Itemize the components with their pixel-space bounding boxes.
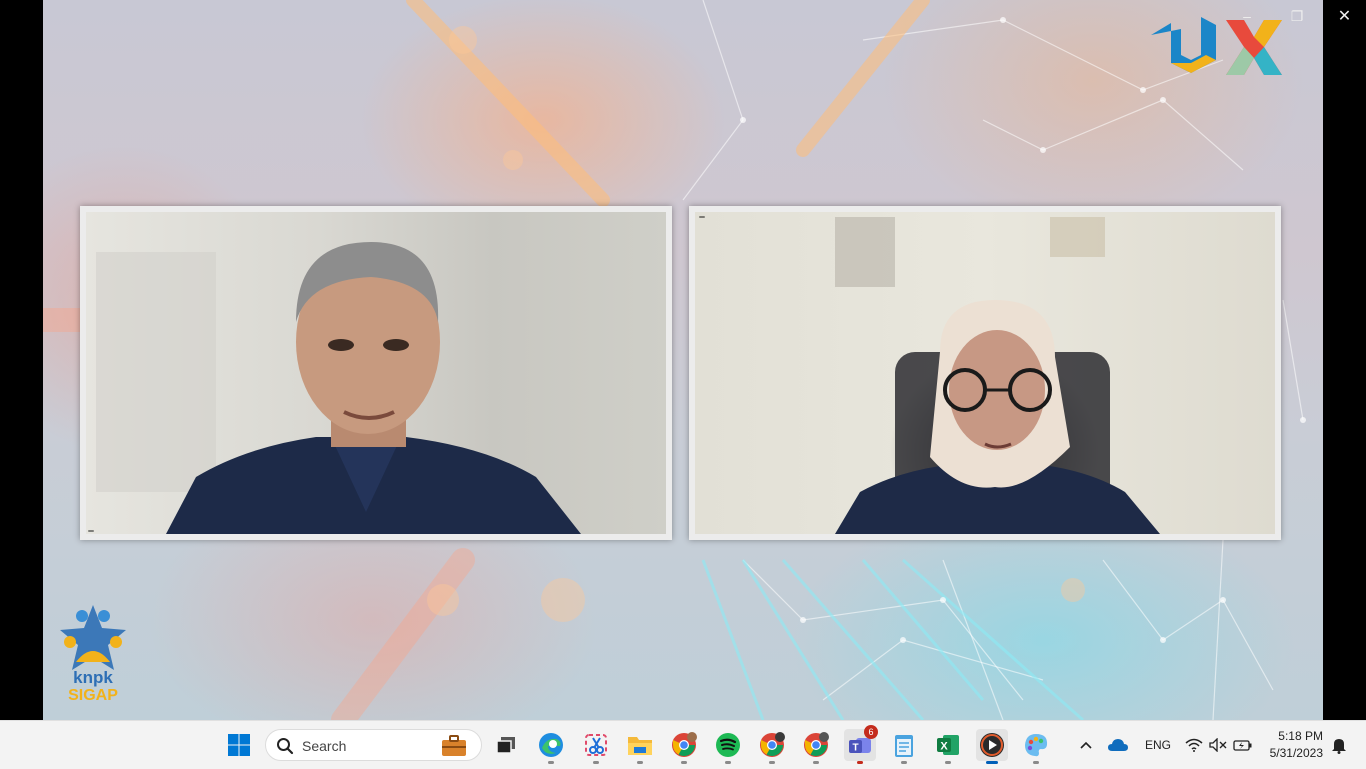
notification-bell-icon [1332,739,1346,754]
taskbar-chrome-1[interactable] [668,729,700,764]
svg-text:T: T [852,743,858,754]
svg-text:X: X [940,741,948,753]
video-stage: knpk SIGAP [43,0,1323,720]
taskbar-notepad[interactable] [888,729,920,764]
clock-time[interactable]: 5:18 PM [1269,729,1323,743]
participant-name-tag-right [699,216,705,218]
show-hidden-icons-button[interactable] [1074,729,1098,761]
running-indicator [769,761,775,764]
taskbar-search-box[interactable] [265,729,482,761]
running-indicator [945,761,951,764]
taskbar-media-player[interactable] [976,729,1008,764]
taskbar-excel[interactable]: X [932,729,964,764]
snipping-tool-icon [585,734,607,756]
edge-icon [539,733,563,757]
onedrive-cloud-icon [1108,739,1128,751]
excel-icon: X [937,735,959,755]
task-view-button[interactable] [490,729,522,761]
taskbar-file-explorer[interactable] [624,729,656,764]
start-button[interactable] [223,729,255,761]
participant-left-silhouette [96,242,581,534]
paint-icon [1025,734,1048,757]
knpk-sigap-logo-icon: knpk SIGAP [60,605,126,704]
chrome-icon [672,732,697,757]
onedrive-tray-button[interactable] [1104,729,1132,761]
taskbar: T 6 X [0,720,1366,769]
wifi-icon [1185,738,1203,752]
task-view-icon [496,737,515,754]
running-indicator [681,761,687,764]
media-player-icon [980,733,1004,757]
restore-button[interactable]: ❐ [1282,0,1312,32]
running-indicator [813,761,819,764]
participant-video-left[interactable] [80,206,672,540]
running-indicator [593,761,599,764]
spotify-icon [716,733,740,757]
folder-icon [628,737,652,755]
taskbar-edge[interactable] [535,729,567,764]
search-highlight-briefcase-icon[interactable] [441,735,467,757]
running-indicator [986,761,998,764]
notepad-icon [895,735,913,757]
running-indicator [857,761,863,764]
running-indicator [637,761,643,764]
svg-text:SIGAP: SIGAP [68,687,118,704]
search-input[interactable] [300,736,434,756]
clock-date[interactable]: 5/31/2023 [1262,746,1323,760]
chevron-up-icon [1080,741,1092,749]
participant-name-tag-left [88,530,94,532]
running-indicator [901,761,907,764]
running-indicator [1033,761,1039,764]
participant-video-right[interactable] [689,206,1281,540]
taskbar-spotify[interactable] [712,729,744,764]
participant-right-silhouette [835,217,1160,534]
close-button[interactable]: ✕ [1323,0,1366,32]
chrome-icon [760,732,785,757]
running-indicator [548,761,554,764]
taskbar-teams[interactable]: T 6 [844,725,878,764]
battery-tray-button[interactable] [1230,729,1256,761]
battery-charging-icon [1233,740,1252,751]
volume-tray-button[interactable] [1206,729,1230,761]
notifications-button[interactable] [1328,729,1350,761]
input-language-indicator[interactable]: ENG [1145,738,1171,752]
event-logo-icon [1151,17,1282,75]
taskbar-snipping-tool[interactable] [580,729,612,764]
taskbar-paint[interactable] [1020,729,1052,764]
network-tray-button[interactable] [1182,729,1206,761]
teams-notification-badge: 6 [864,725,878,739]
svg-text:knpk: knpk [73,668,113,687]
search-icon [277,738,294,755]
running-indicator [725,761,731,764]
windows-logo-icon [228,734,250,756]
taskbar-chrome-2[interactable] [756,729,788,764]
minimize-button[interactable]: – [1232,0,1262,32]
chrome-icon [804,732,829,757]
volume-muted-icon [1209,738,1227,752]
taskbar-chrome-3[interactable] [800,729,832,764]
